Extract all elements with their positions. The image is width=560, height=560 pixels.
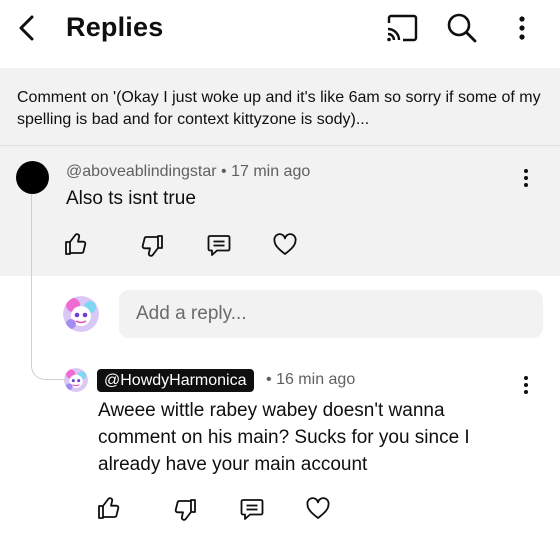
comment-meta: @aboveablindingstar • 17 min ago — [66, 163, 310, 181]
meta-separator: • — [221, 163, 227, 180]
comment-more-icon[interactable] — [516, 374, 536, 396]
heart-icon[interactable] — [272, 232, 298, 258]
heart-icon[interactable] — [305, 496, 331, 522]
meta-separator: • — [266, 371, 272, 388]
comment-time: 16 min ago — [276, 371, 356, 388]
like-icon[interactable] — [96, 495, 122, 521]
reply-input-placeholder: Add a reply... — [136, 303, 247, 324]
dislike-icon[interactable] — [172, 497, 198, 523]
like-icon[interactable] — [63, 231, 89, 257]
more-options-icon[interactable] — [510, 12, 534, 44]
back-arrow-icon[interactable] — [14, 12, 40, 44]
avatar[interactable] — [16, 161, 49, 194]
cast-icon[interactable] — [384, 11, 420, 45]
avatar[interactable] — [64, 368, 88, 392]
comment-time: 17 min ago — [231, 163, 311, 180]
dislike-icon[interactable] — [139, 233, 165, 259]
comment-body: Aweee wittle rabey wabey doesn't wanna c… — [98, 400, 470, 475]
context-text[interactable]: Comment on '(Okay I just woke up and it'… — [17, 87, 543, 131]
reply-input[interactable]: Add a reply... — [119, 290, 543, 338]
comment-meta: • 16 min ago — [266, 371, 355, 389]
comment-more-icon[interactable] — [516, 167, 536, 189]
reply-icon[interactable] — [239, 496, 265, 522]
comment-body: Also ts isnt true — [66, 188, 196, 209]
comment-handle[interactable]: @aboveablindingstar — [66, 163, 217, 180]
thread-line — [31, 194, 65, 380]
user-avatar[interactable] — [63, 296, 99, 332]
page-title: Replies — [66, 12, 164, 42]
reply-icon[interactable] — [206, 232, 232, 258]
author-badge[interactable]: @HowdyHarmonica — [97, 369, 254, 392]
search-icon[interactable] — [444, 10, 480, 46]
